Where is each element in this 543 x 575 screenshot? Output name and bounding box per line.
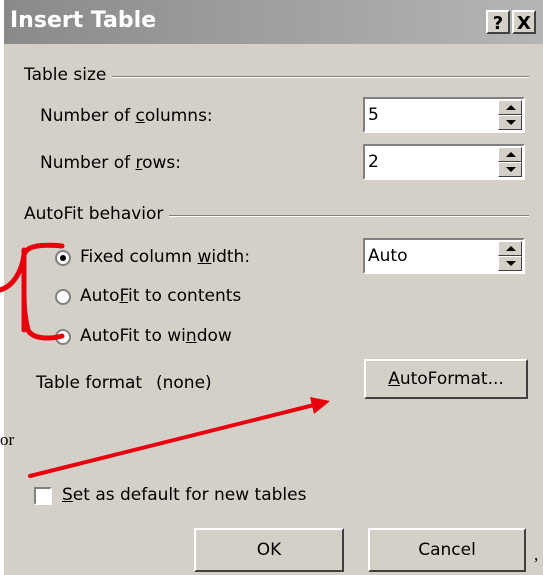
annotation-arrow-head [310,397,330,414]
annotation-arrow-line [28,402,320,478]
annotation-overlay [0,242,330,478]
annotation-bracket [0,242,65,341]
